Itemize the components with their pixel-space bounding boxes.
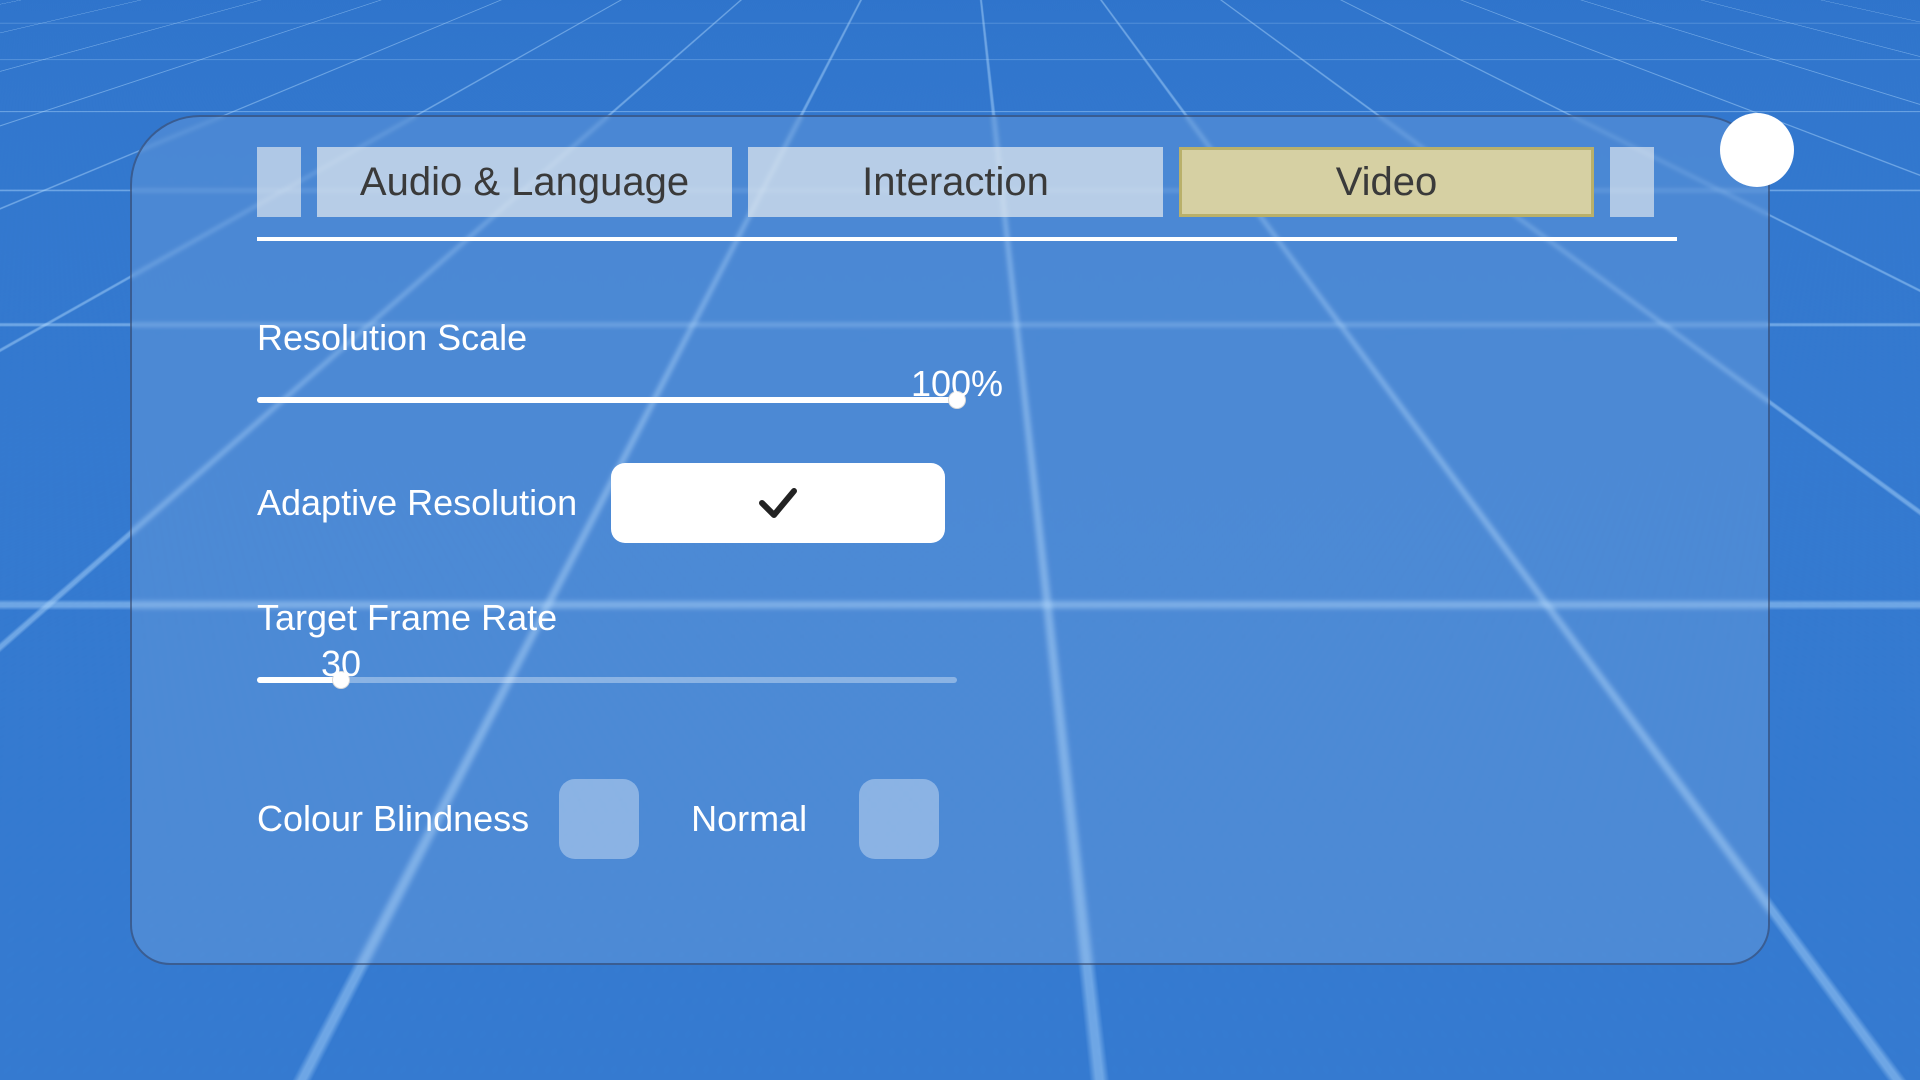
close-button[interactable] [1720,113,1794,187]
tab-video[interactable]: Video [1179,147,1594,217]
tab-interaction[interactable]: Interaction [748,147,1163,217]
tab-label: Video [1336,160,1438,205]
tab-label: Audio & Language [360,160,689,205]
resolution-scale-slider[interactable]: 100% [257,373,957,409]
colour-blindness-value: Normal [669,798,829,840]
colour-blindness-next-button[interactable] [859,779,939,859]
setting-resolution-scale: Resolution Scale 100% [257,317,1677,409]
target-frame-rate-slider[interactable]: 30 [257,653,957,689]
tab-scroll-left[interactable] [257,147,301,217]
setting-adaptive-resolution: Adaptive Resolution [257,463,1677,543]
slider-track [257,677,957,683]
settings-panel: Audio & Language Interaction Video Resol… [130,115,1770,965]
setting-label: Adaptive Resolution [257,482,577,524]
tab-label: Interaction [862,160,1049,205]
setting-label: Resolution Scale [257,317,1677,359]
checkmark-icon [754,479,802,527]
tab-scroll-right[interactable] [1610,147,1654,217]
slider-fill [257,397,957,403]
settings-body: Resolution Scale 100% Adaptive Resolutio… [257,317,1677,913]
colour-blindness-prev-button[interactable] [559,779,639,859]
setting-target-frame-rate: Target Frame Rate 30 [257,597,1677,689]
setting-label: Target Frame Rate [257,597,1677,639]
tab-audio-language[interactable]: Audio & Language [317,147,732,217]
adaptive-resolution-checkbox[interactable] [611,463,945,543]
slider-value: 30 [321,643,361,685]
slider-value: 100% [911,363,1003,405]
setting-label: Colour Blindness [257,798,529,840]
tabs-bar: Audio & Language Interaction Video [257,147,1677,241]
setting-colour-blindness: Colour Blindness Normal [257,779,1677,859]
